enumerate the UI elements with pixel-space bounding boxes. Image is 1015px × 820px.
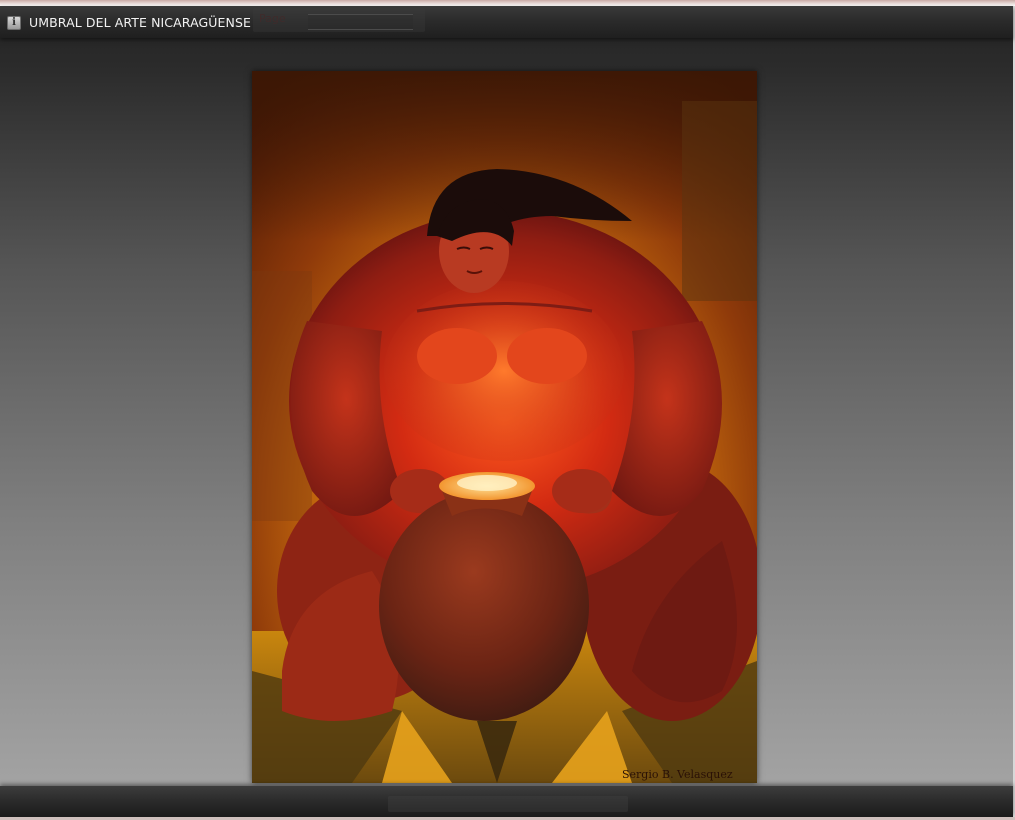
book-title: UMBRAL DEL ARTE NICARAGÜENSE (29, 15, 252, 30)
painting-signature: Sergio B. Velasquez (622, 768, 733, 781)
page-painting[interactable]: Sergio B. Velasquez (252, 71, 757, 783)
page-number-input[interactable] (308, 14, 413, 30)
info-icon[interactable]: i (7, 16, 21, 30)
page-navigation: Page (253, 8, 425, 32)
painting-artwork: Sergio B. Velasquez (252, 71, 757, 783)
header-toolbar: i UMBRAL DEL ARTE NICARAGÜENSE (0, 6, 1013, 38)
footer-controls[interactable] (388, 796, 628, 812)
page-label: Page (259, 12, 286, 25)
flipbook-viewer: i UMBRAL DEL ARTE NICARAGÜENSE Page Serg… (0, 0, 1015, 820)
